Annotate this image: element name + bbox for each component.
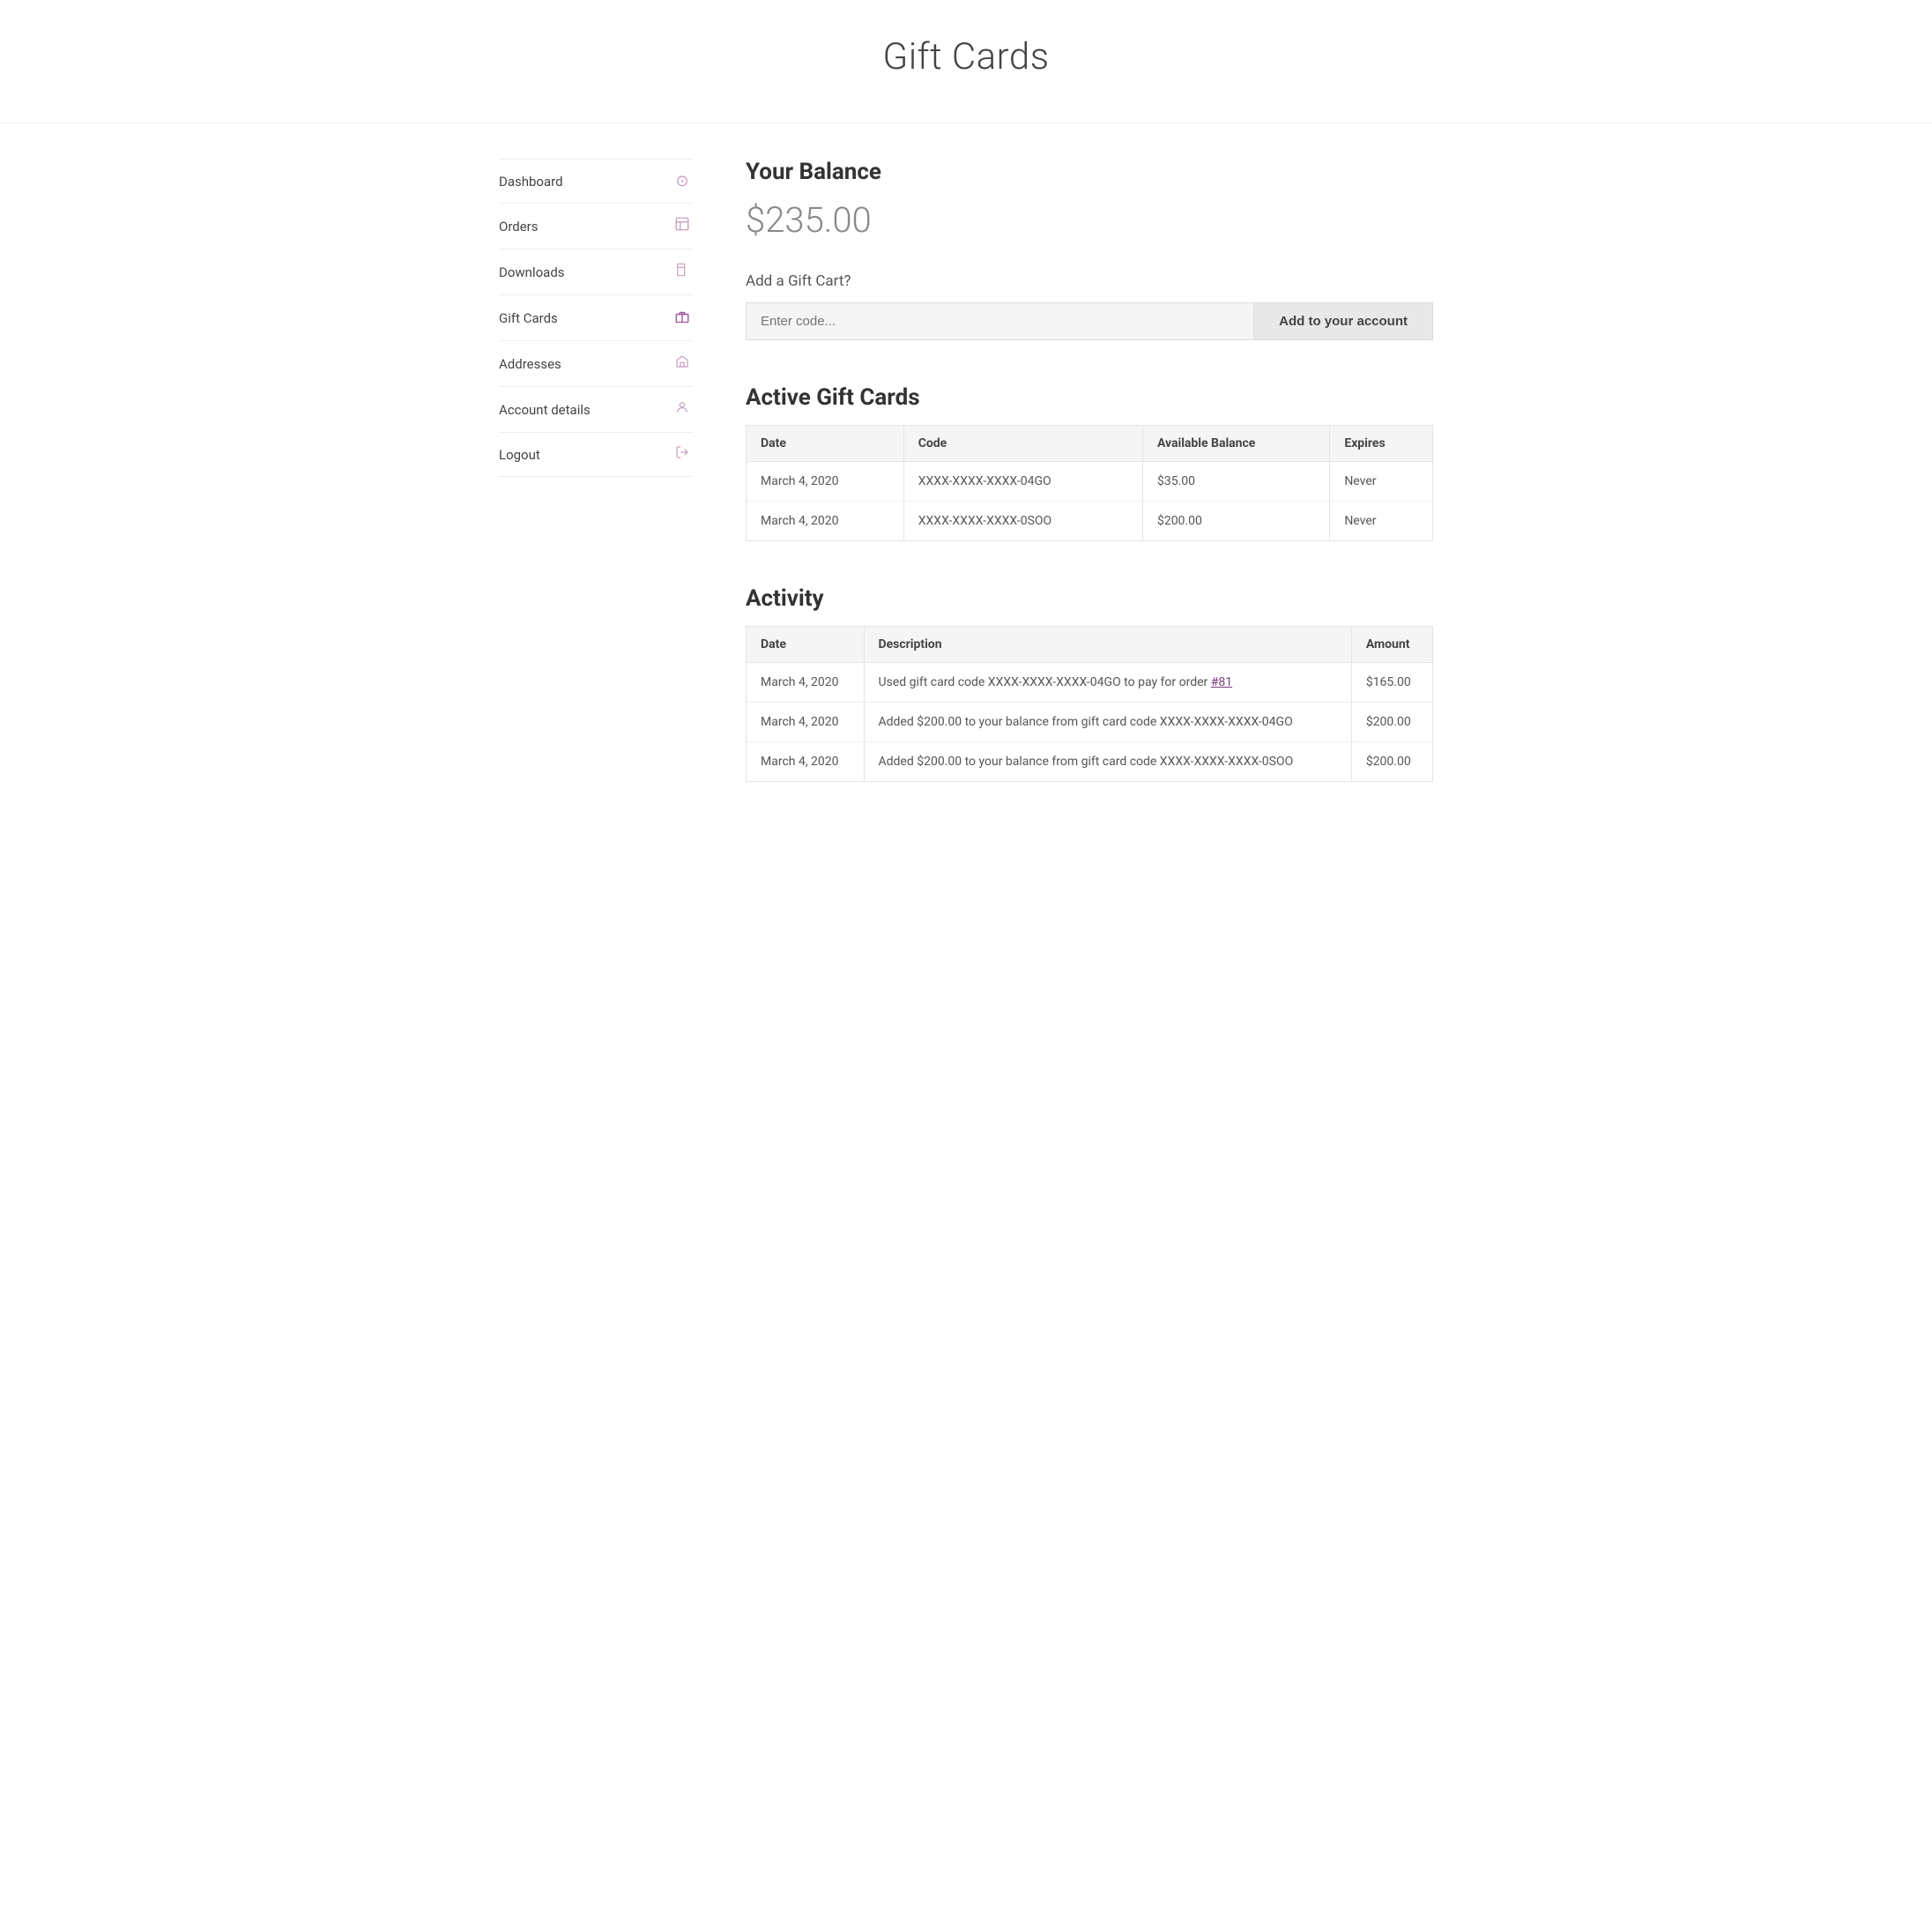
addresses-icon [672,353,693,374]
cell-balance: $200.00 [1142,502,1329,541]
orders-icon [672,216,693,236]
add-gift-card-label: Add a Gift Cart? [746,272,1433,290]
account-details-icon [672,399,693,420]
balance-section: Your Balance $235.00 [746,159,1433,241]
sidebar-item-account-details[interactable]: Account details [499,387,693,433]
cell-amount: $200.00 [1351,742,1432,782]
table-row: March 4, 2020 Added $200.00 to your bala… [747,742,1433,782]
sidebar-item-addresses[interactable]: Addresses [499,341,693,387]
activity-col-date: Date [747,627,865,663]
page-header: Gift Cards [0,0,1932,123]
cell-description: Added $200.00 to your balance from gift … [864,703,1351,742]
cell-description: Added $200.00 to your balance from gift … [864,742,1351,782]
col-date: Date [747,426,904,462]
table-row: March 4, 2020 XXXX-XXXX-XXXX-04GO $35.00… [747,462,1433,502]
cell-code: XXXX-XXXX-XXXX-0SOO [903,502,1142,541]
page-title: Gift Cards [18,35,1914,78]
cell-description: Used gift card code XXXX-XXXX-XXXX-04GO … [864,663,1351,703]
table-row: March 4, 2020 Added $200.00 to your bala… [747,703,1433,742]
balance-amount: $235.00 [746,199,1433,241]
activity-col-description: Description [864,627,1351,663]
sidebar-item-label-account-details: Account details [499,402,591,418]
sidebar: Dashboard ⊙ Orders Downloads Gift Cards … [499,159,693,826]
active-gift-cards-table: Date Code Available Balance Expires Marc… [746,425,1433,541]
activity-col-amount: Amount [1351,627,1432,663]
active-gift-cards-title: Active Gift Cards [746,384,1433,411]
table-row: March 4, 2020 XXXX-XXXX-XXXX-0SOO $200.0… [747,502,1433,541]
sidebar-item-orders[interactable]: Orders [499,204,693,249]
cell-date: March 4, 2020 [747,462,904,502]
cell-date: March 4, 2020 [747,742,865,782]
sidebar-item-logout[interactable]: Logout [499,433,693,477]
gift-card-code-input[interactable] [746,302,1254,340]
col-code: Code [903,426,1142,462]
logout-icon [672,445,693,464]
cell-balance: $35.00 [1142,462,1329,502]
order-link[interactable]: #81 [1211,675,1232,689]
add-to-account-button[interactable]: Add to your account [1254,302,1433,340]
sidebar-item-label-logout: Logout [499,447,540,463]
gift-cards-icon [672,308,693,328]
activity-table: Date Description Amount March 4, 2020 Us… [746,626,1433,782]
cell-amount: $200.00 [1351,703,1432,742]
sidebar-item-label-gift-cards: Gift Cards [499,310,558,326]
cell-code: XXXX-XXXX-XXXX-04GO [903,462,1142,502]
cell-expires: Never [1330,502,1433,541]
balance-title: Your Balance [746,159,1433,185]
sidebar-item-label-orders: Orders [499,219,539,234]
downloads-icon [672,262,693,282]
add-gift-card-section: Add a Gift Cart? Add to your account [746,272,1433,340]
table-row: March 4, 2020 Used gift card code XXXX-X… [747,663,1433,703]
col-expires: Expires [1330,426,1433,462]
sidebar-item-label-dashboard: Dashboard [499,174,563,190]
sidebar-item-label-downloads: Downloads [499,264,565,280]
sidebar-item-dashboard[interactable]: Dashboard ⊙ [499,159,693,204]
cell-amount: $165.00 [1351,663,1432,703]
cell-expires: Never [1330,462,1433,502]
active-gift-cards-section: Active Gift Cards Date Code Available Ba… [746,384,1433,541]
activity-title: Activity [746,585,1433,612]
activity-section: Activity Date Description Amount March 4… [746,585,1433,782]
cell-date: March 4, 2020 [747,703,865,742]
main-content: Your Balance $235.00 Add a Gift Cart? Ad… [746,159,1433,826]
sidebar-item-gift-cards[interactable]: Gift Cards [499,295,693,341]
sidebar-item-downloads[interactable]: Downloads [499,249,693,295]
dashboard-icon: ⊙ [672,172,693,190]
cell-date: March 4, 2020 [747,502,904,541]
sidebar-item-label-addresses: Addresses [499,356,561,372]
cell-date: March 4, 2020 [747,663,865,703]
col-available-balance: Available Balance [1142,426,1329,462]
